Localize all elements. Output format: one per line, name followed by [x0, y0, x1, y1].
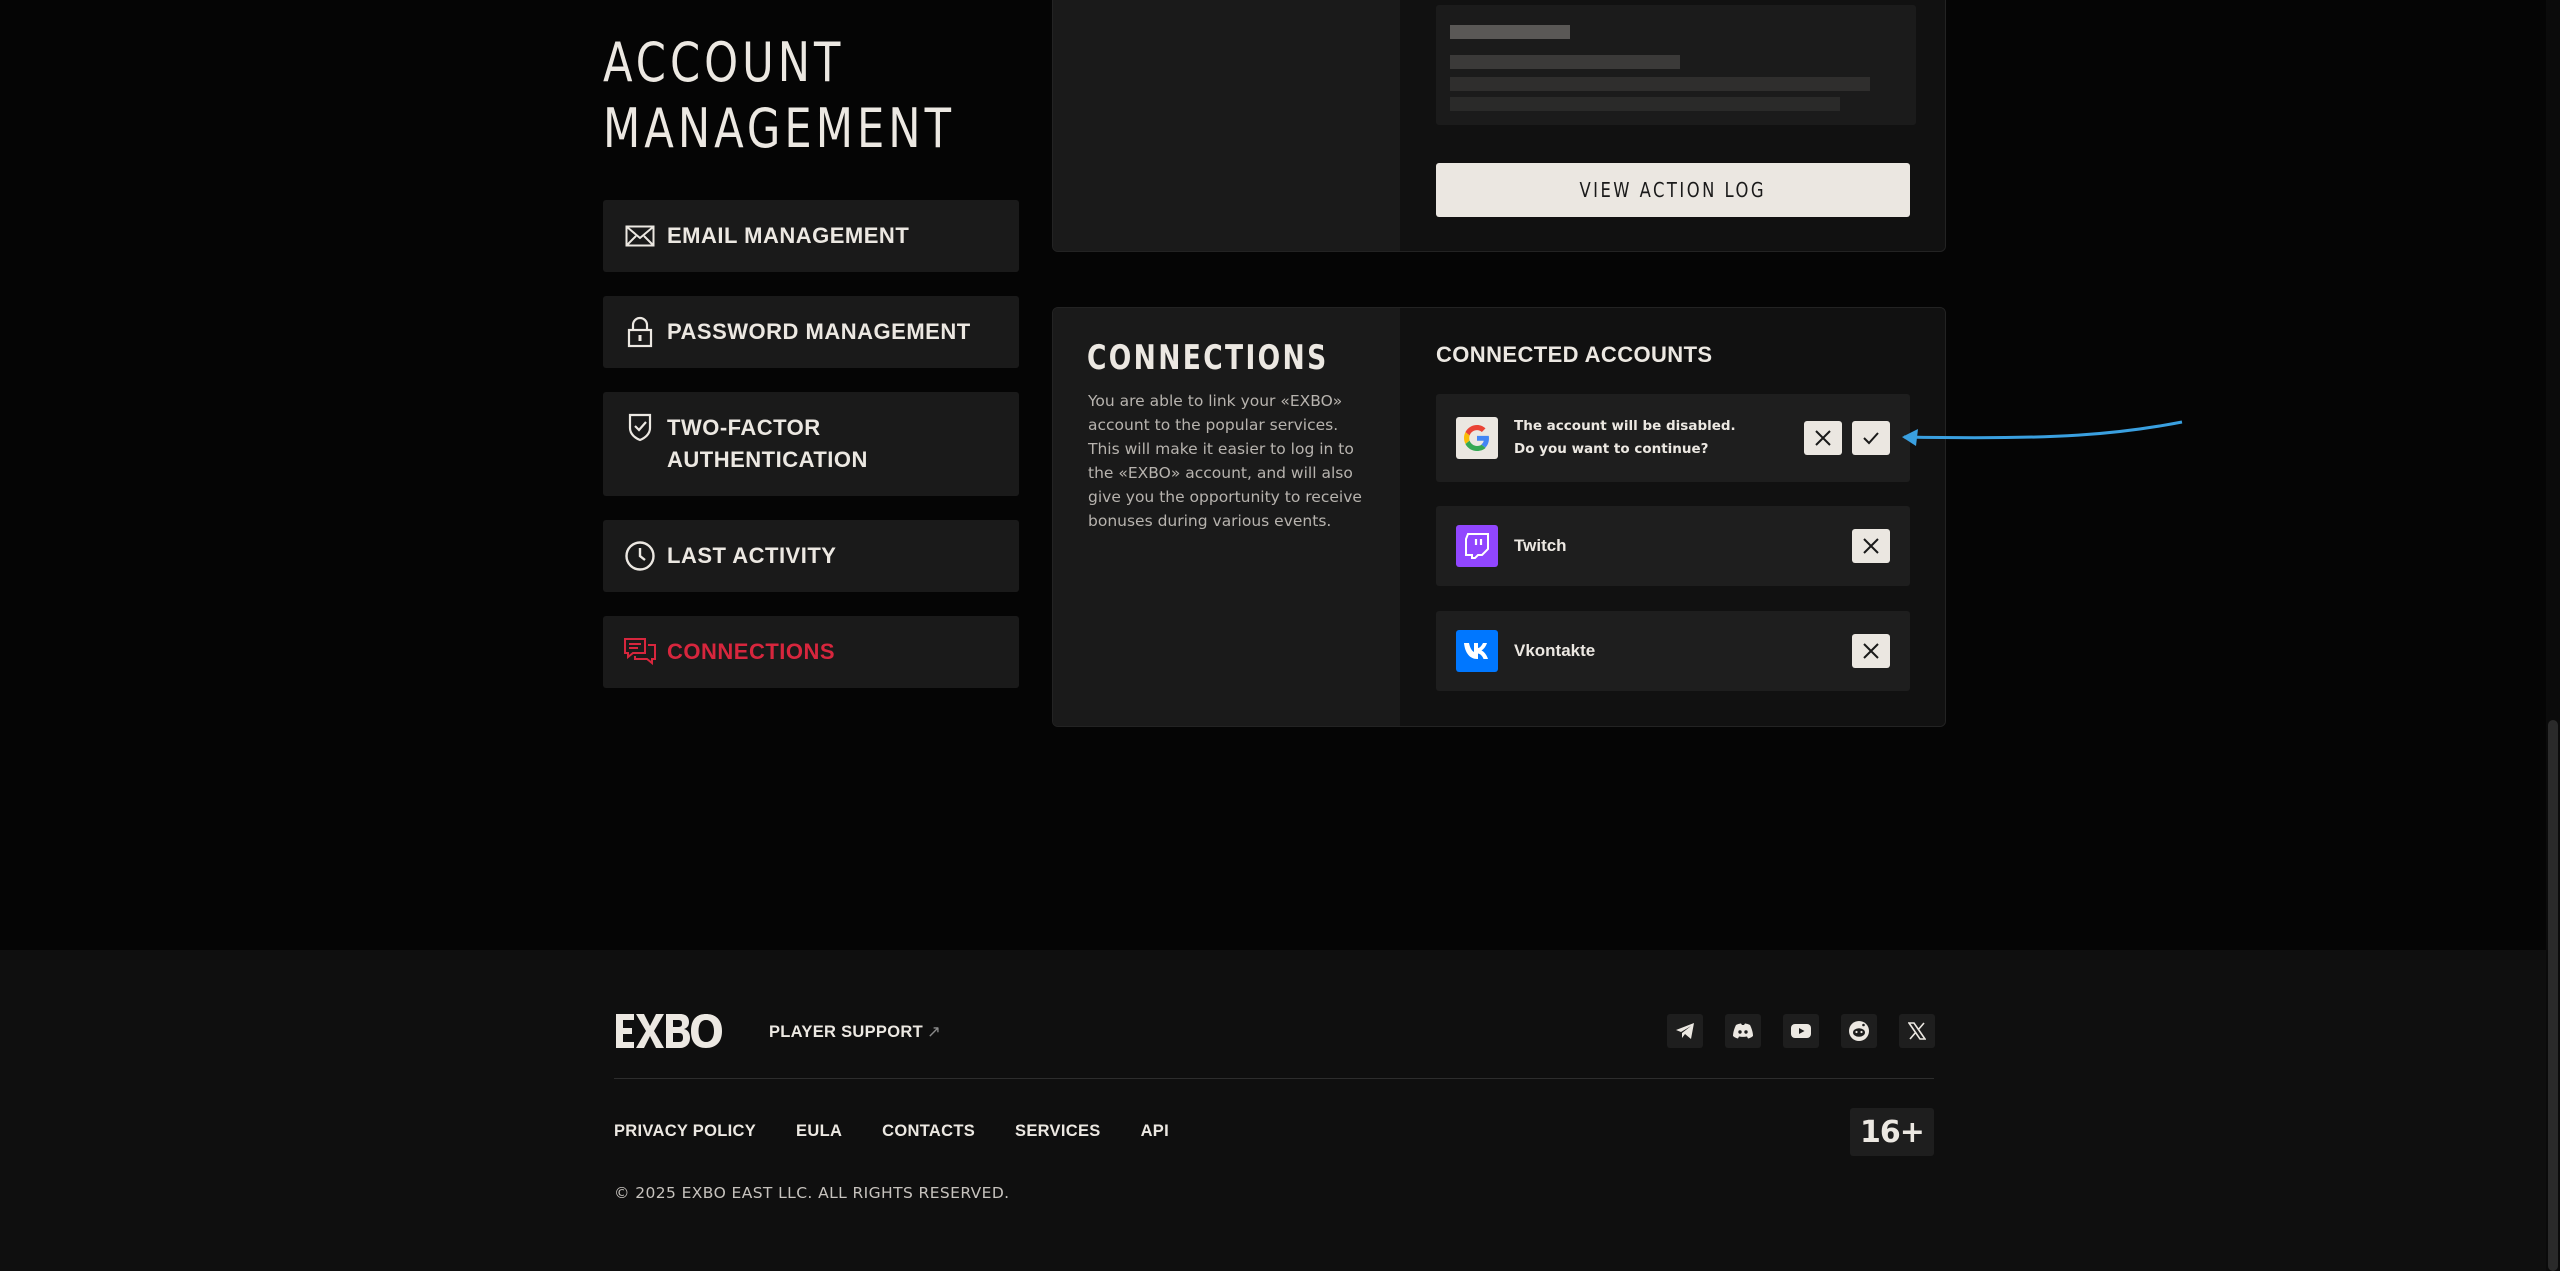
sidebar-item-email-management[interactable]: EMAIL MANAGEMENT	[603, 200, 1019, 272]
player-support-link[interactable]: PLAYER SUPPORT ↗	[769, 1022, 941, 1042]
twitch-actions	[1852, 529, 1890, 563]
google-icon	[1456, 417, 1498, 459]
api-link[interactable]: API	[1141, 1122, 1169, 1141]
disable-confirmation-line2: Do you want to continue?	[1514, 441, 1709, 457]
footer-divider	[614, 1078, 1934, 1079]
copyright-text: © 2025 EXBO EAST LLC. ALL RIGHTS RESERVE…	[614, 1184, 1010, 1202]
connections-title: CONNECTIONS	[1087, 338, 1329, 378]
account-service-name: Twitch	[1514, 536, 1567, 555]
exbo-logo[interactable]	[614, 1012, 724, 1055]
connections-panel: CONNECTIONS You are able to link your «E…	[1052, 307, 1946, 727]
discord-icon[interactable]	[1725, 1014, 1761, 1048]
close-icon	[1863, 538, 1879, 554]
unlink-twitch-button[interactable]	[1852, 529, 1890, 563]
contacts-link[interactable]: CONTACTS	[882, 1122, 975, 1141]
vkontakte-actions	[1852, 634, 1890, 668]
account-card-google: The account will be disabled. Do you wan…	[1436, 394, 1910, 482]
sidebar-item-last-activity[interactable]: LAST ACTIVITY	[603, 520, 1019, 592]
connected-accounts-title: CONNECTED ACCOUNTS	[1436, 342, 1713, 367]
page-title-line1: ACCOUNT	[603, 31, 845, 94]
action-log-preview-blurred	[1436, 5, 1916, 125]
account-service-name: Vkontakte	[1514, 641, 1596, 660]
sidebar-item-label: PASSWORD MANAGEMENT	[667, 319, 971, 344]
external-link-arrow-icon: ↗	[926, 1023, 942, 1041]
sidebar-item-label-line1: TWO-FACTOR	[667, 415, 821, 440]
check-icon	[1863, 432, 1879, 445]
sidebar-item-label: LAST ACTIVITY	[667, 543, 837, 568]
sidebar-item-label-line2: AUTHENTICATION	[667, 447, 868, 472]
action-log-panel-left	[1053, 0, 1400, 251]
action-log-panel-right: VIEW ACTION LOG	[1400, 0, 1945, 251]
close-icon	[1863, 643, 1879, 659]
account-sidebar-nav: EMAIL MANAGEMENT PASSWORD MANAGEMENT TWO…	[603, 200, 1019, 712]
action-log-panel: VIEW ACTION LOG	[1052, 0, 1946, 252]
page-title-line2: MANAGEMENT	[603, 97, 955, 160]
twitch-icon	[1456, 525, 1498, 567]
connected-accounts: CONNECTED ACCOUNTS The account will be d…	[1400, 308, 1945, 726]
sidebar-item-connections[interactable]: CONNECTIONS	[603, 616, 1019, 688]
sidebar-item-label: TWO-FACTOR AUTHENTICATION	[667, 412, 868, 476]
footer-links: PRIVACY POLICY EULA CONTACTS SERVICES AP…	[614, 1122, 1169, 1141]
unlink-vkontakte-button[interactable]	[1852, 634, 1890, 668]
cancel-disable-button[interactable]	[1804, 421, 1842, 455]
sidebar-item-two-factor-authentication[interactable]: TWO-FACTOR AUTHENTICATION	[603, 392, 1019, 496]
account-card-vkontakte: Vkontakte	[1436, 611, 1910, 691]
eula-link[interactable]: EULA	[796, 1122, 842, 1141]
disable-confirmation-line1: The account will be disabled.	[1514, 418, 1736, 434]
sidebar-item-label: EMAIL MANAGEMENT	[667, 223, 910, 248]
page-scrollbar-thumb[interactable]	[2548, 720, 2558, 1271]
page-title: ACCOUNT MANAGEMENT	[603, 30, 955, 162]
privacy-policy-link[interactable]: PRIVACY POLICY	[614, 1122, 756, 1141]
sidebar-item-password-management[interactable]: PASSWORD MANAGEMENT	[603, 296, 1019, 368]
annotation-arrow-icon	[1902, 420, 2183, 446]
envelope-icon	[623, 219, 657, 253]
connections-info: CONNECTIONS You are able to link your «E…	[1053, 308, 1400, 726]
close-icon	[1815, 430, 1831, 446]
x-icon[interactable]	[1899, 1014, 1935, 1048]
lock-icon	[623, 315, 657, 349]
sidebar-item-label: CONNECTIONS	[667, 639, 836, 664]
social-links	[1667, 1014, 1935, 1048]
chat-bubbles-icon	[623, 635, 657, 669]
clock-icon	[623, 539, 657, 573]
disable-confirmation-text: The account will be disabled. Do you wan…	[1514, 415, 1736, 461]
telegram-icon[interactable]	[1667, 1014, 1703, 1048]
confirm-actions	[1804, 421, 1890, 455]
reddit-icon[interactable]	[1841, 1014, 1877, 1048]
player-support-label: PLAYER SUPPORT	[769, 1023, 923, 1041]
vk-icon	[1456, 630, 1498, 672]
services-link[interactable]: SERVICES	[1015, 1122, 1101, 1141]
shield-check-icon	[623, 410, 657, 444]
account-card-twitch: Twitch	[1436, 506, 1910, 586]
connections-description: You are able to link your «EXBO» account…	[1088, 392, 1362, 530]
view-action-log-button[interactable]: VIEW ACTION LOG	[1436, 163, 1910, 217]
age-rating-badge: 16+	[1850, 1108, 1934, 1156]
youtube-icon[interactable]	[1783, 1014, 1819, 1048]
confirm-disable-button[interactable]	[1852, 421, 1890, 455]
site-footer: PLAYER SUPPORT ↗ PRIVACY POLICY EULA CONT…	[0, 950, 2546, 1271]
